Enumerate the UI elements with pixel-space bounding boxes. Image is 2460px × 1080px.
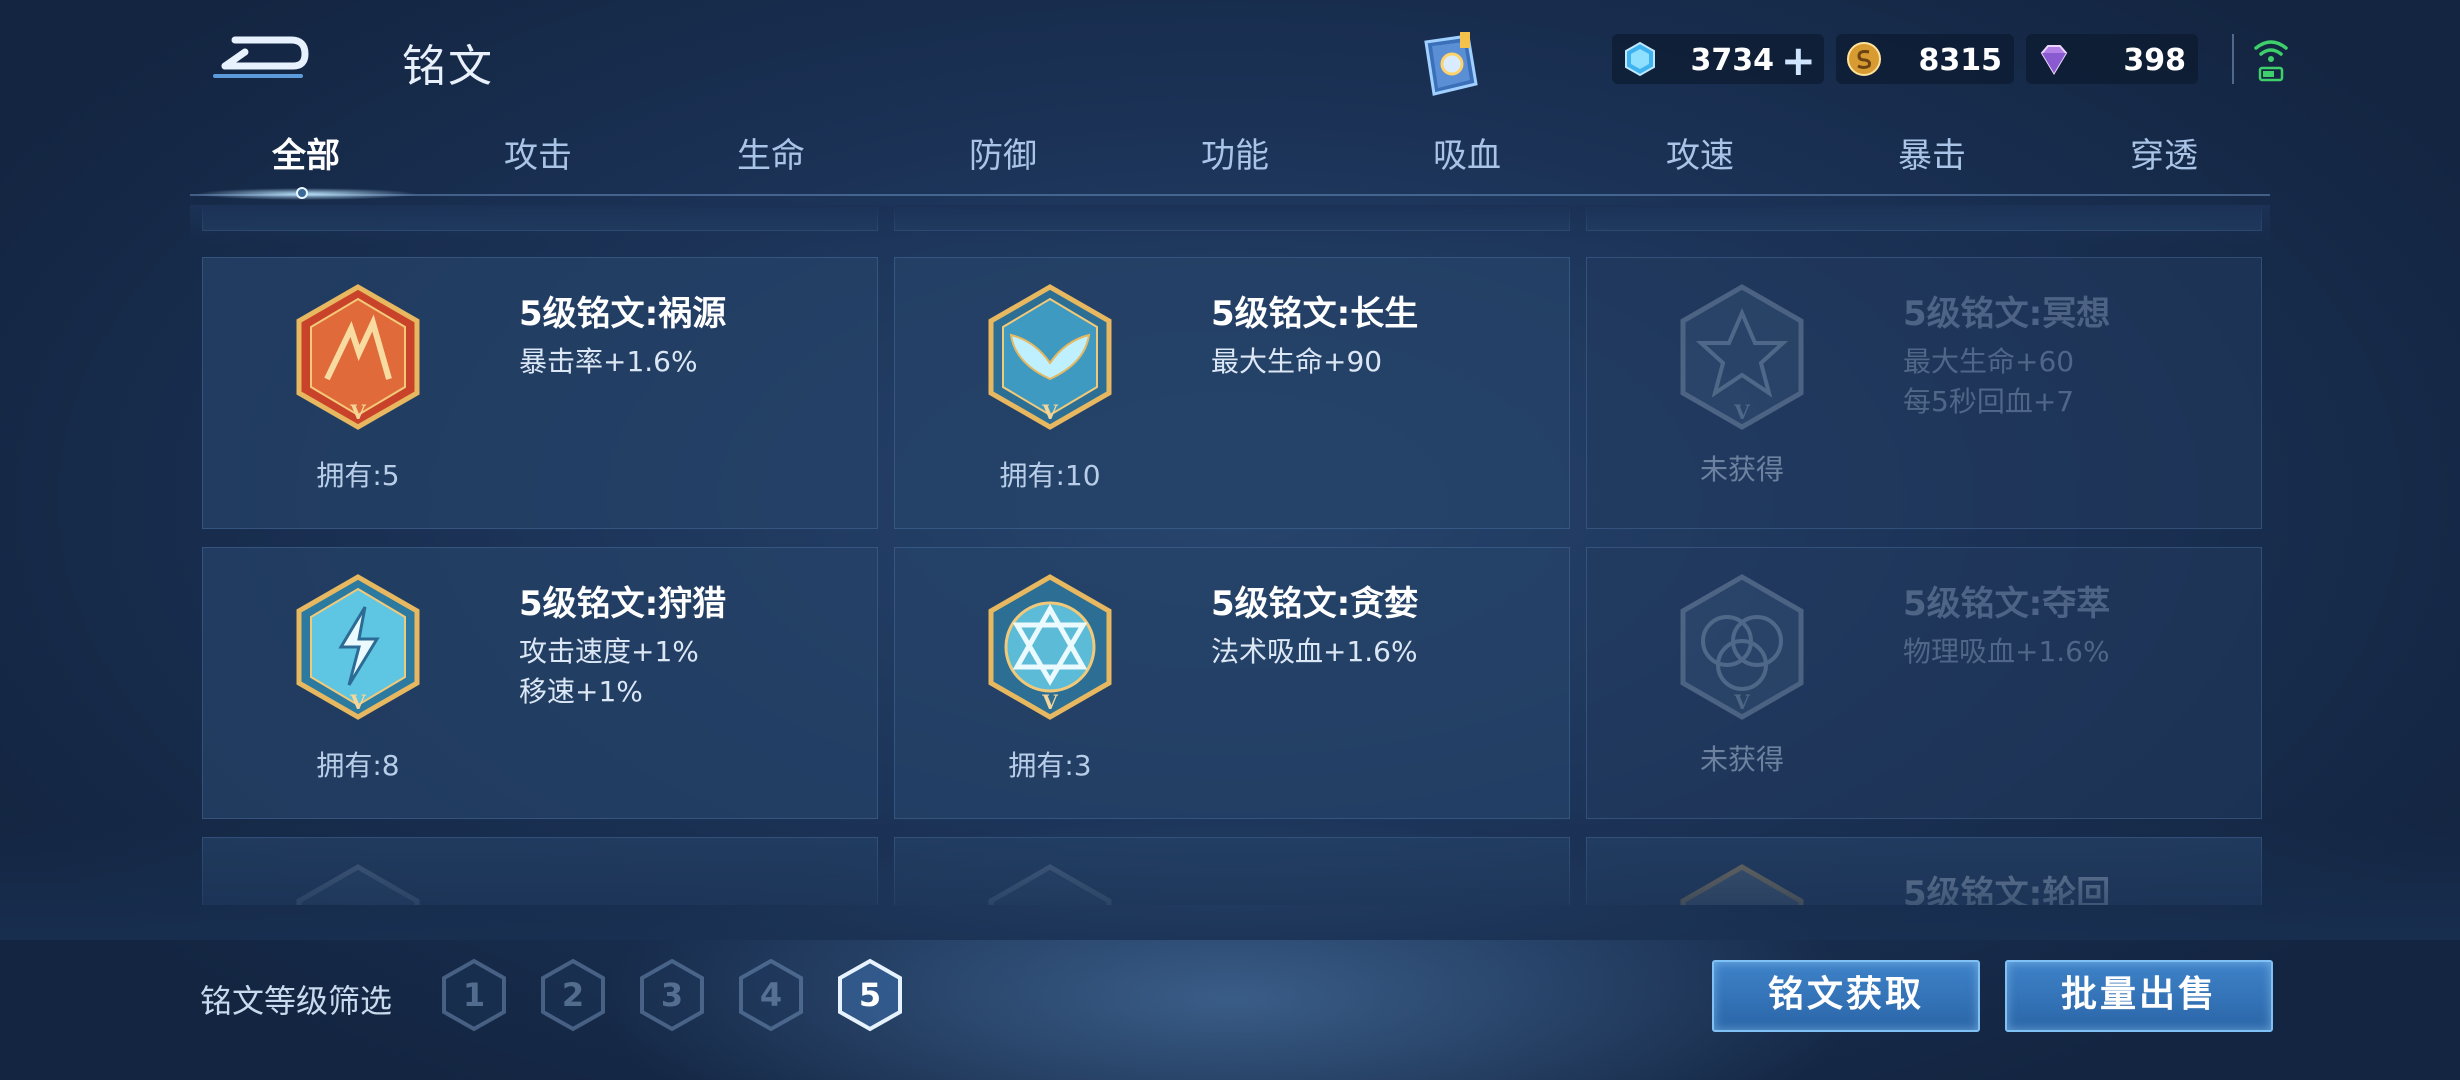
inscription-card-partial[interactable] — [894, 837, 1570, 905]
level-filter-2[interactable]: 2 — [539, 958, 607, 1032]
inscription-attr: 暴击率+1.6% — [519, 345, 698, 378]
locked-emblem-icon: V — [1680, 574, 1804, 720]
inscription-card-partial[interactable] — [894, 205, 1570, 231]
tab-life[interactable]: 生命 — [655, 130, 887, 192]
inscription-name: 5级铭文:轮回 — [1903, 874, 2111, 905]
tab-crit[interactable]: 暴击 — [1816, 130, 2048, 192]
category-tabs: 全部 攻击 生命 防御 功能 吸血 攻速 暴击 穿透 — [190, 130, 2270, 194]
svg-text:V: V — [1041, 400, 1058, 424]
svg-text:V: V — [349, 690, 366, 714]
level-filter-5[interactable]: 5 — [836, 958, 904, 1032]
tab-defense[interactable]: 防御 — [887, 130, 1119, 192]
inscription-name: 5级铭文:贪婪 — [1211, 584, 1419, 624]
tab-attack-speed[interactable]: 攻速 — [1584, 130, 1816, 192]
tabs-divider — [190, 194, 2270, 196]
inscription-card-partial[interactable] — [1586, 205, 2262, 231]
owned-count: 未获得 — [1699, 453, 1784, 486]
level-filter-number: 1 — [462, 976, 486, 1014]
inscription-card-partial[interactable] — [202, 837, 878, 905]
back-button[interactable] — [205, 28, 315, 88]
inscription-attr: 最大生命+60 — [1903, 345, 2075, 378]
diamond-icon — [1625, 41, 1655, 77]
inscription-card-tanlan[interactable]: V 5级铭文:贪婪 法术吸血+1.6% 拥有:3 — [894, 547, 1570, 819]
page-title: 铭文 — [402, 41, 494, 92]
inscription-card-changsheng[interactable]: V 5级铭文:长生 最大生命+90 拥有:10 — [894, 257, 1570, 529]
svg-text:V: V — [1733, 400, 1750, 424]
inscription-name: 5级铭文:祸源 — [519, 294, 727, 334]
owned-count: 拥有:3 — [1008, 749, 1092, 782]
inscription-card-lunhui[interactable]: 5级铭文:轮回 — [1586, 837, 2262, 905]
gem-currency: 398 — [2026, 34, 2198, 84]
owned-count: 拥有:5 — [316, 459, 400, 492]
add-diamond-button[interactable]: + — [1781, 36, 1816, 85]
level-filter-number: 4 — [759, 976, 783, 1014]
level-filter-label: 铭文等级筛选 — [200, 982, 393, 1020]
blue-star-emblem-icon: V — [988, 574, 1112, 720]
svg-text:V: V — [349, 400, 366, 424]
header-divider — [2232, 34, 2234, 84]
owned-count: 未获得 — [1699, 743, 1784, 776]
level-filter-number: 2 — [561, 976, 585, 1014]
level-filter-number: 3 — [660, 976, 684, 1014]
inscription-attr: 最大生命+90 — [1211, 345, 1383, 378]
tab-all[interactable]: 全部 — [190, 130, 422, 192]
gem-amount: 398 — [2123, 43, 2186, 78]
partial-emblem-icon — [296, 864, 420, 905]
svg-text:V: V — [1733, 690, 1750, 714]
inscription-name: 5级铭文:长生 — [1211, 294, 1419, 334]
level-filter-3[interactable]: 3 — [638, 958, 706, 1032]
inscription-attr: 法术吸血+1.6% — [1211, 635, 1418, 668]
inscription-card-duocui[interactable]: V 5级铭文:夺萃 物理吸血+1.6% 未获得 — [1586, 547, 2262, 819]
inscription-name: 5级铭文:狩猎 — [519, 584, 727, 624]
tab-function[interactable]: 功能 — [1119, 130, 1351, 192]
bulk-sell-button[interactable]: 批量出售 — [2005, 960, 2273, 1032]
active-tab-dot — [296, 187, 308, 199]
gold-amount: 8315 — [1918, 43, 2003, 78]
owned-count: 拥有:10 — [999, 459, 1101, 492]
wifi-signal-icon — [2252, 36, 2290, 84]
inscription-card-huoyuan[interactable]: V 5级铭文:祸源 暴击率+1.6% 拥有:5 — [202, 257, 878, 529]
inscription-card-partial[interactable] — [202, 205, 878, 231]
inscription-name: 5级铭文:冥想 — [1903, 294, 2111, 334]
inscription-name: 5级铭文:夺萃 — [1903, 584, 2111, 624]
tab-attack[interactable]: 攻击 — [422, 130, 654, 192]
get-inscription-button[interactable]: 铭文获取 — [1712, 960, 1980, 1032]
blue-lightning-emblem-icon: V — [296, 574, 420, 720]
owned-count: 拥有:8 — [316, 749, 400, 782]
inscription-card-shoulie[interactable]: V 5级铭文:狩猎 攻击速度+1% 移速+1% 拥有:8 — [202, 547, 878, 819]
tab-penetration[interactable]: 穿透 — [2048, 130, 2280, 192]
inscription-attr: 物理吸血+1.6% — [1903, 635, 2110, 668]
inscription-attr: 每5秒回血+7 — [1903, 385, 2075, 418]
gold-currency: 8315 — [1836, 34, 2014, 84]
diamond-amount: 3734 — [1690, 43, 1775, 78]
red-sword-emblem-icon: V — [296, 284, 420, 430]
inscription-attr: 移速+1% — [519, 675, 643, 708]
blue-wing-emblem-icon: V — [988, 284, 1112, 430]
gem-icon — [2040, 45, 2068, 75]
diamond-currency: 3734 + — [1612, 34, 1824, 85]
tab-lifesteal[interactable]: 吸血 — [1351, 130, 1583, 192]
level-filter-number: 5 — [858, 976, 882, 1014]
level-filter-1[interactable]: 1 — [440, 958, 508, 1032]
inscription-attr: 攻击速度+1% — [519, 635, 699, 668]
gold-coin-icon — [1847, 42, 1881, 76]
partial-emblem-icon — [988, 864, 1112, 905]
svg-text:V: V — [1041, 690, 1058, 714]
partial-emblem-icon — [1680, 864, 1804, 905]
locked-emblem-icon: V — [1680, 284, 1804, 430]
inscription-card-mingxiang[interactable]: V 5级铭文:冥想 最大生命+60 每5秒回血+7 未获得 — [1586, 257, 2262, 529]
inscription-grid: V 5级铭文:祸源 暴击率+1.6% 拥有:5 V 5级铭文:长生 最大生命+9… — [190, 205, 2270, 905]
inscription-book-icon[interactable] — [1412, 28, 1488, 104]
back-arrow-icon — [213, 36, 309, 78]
level-filter-4[interactable]: 4 — [737, 958, 805, 1032]
